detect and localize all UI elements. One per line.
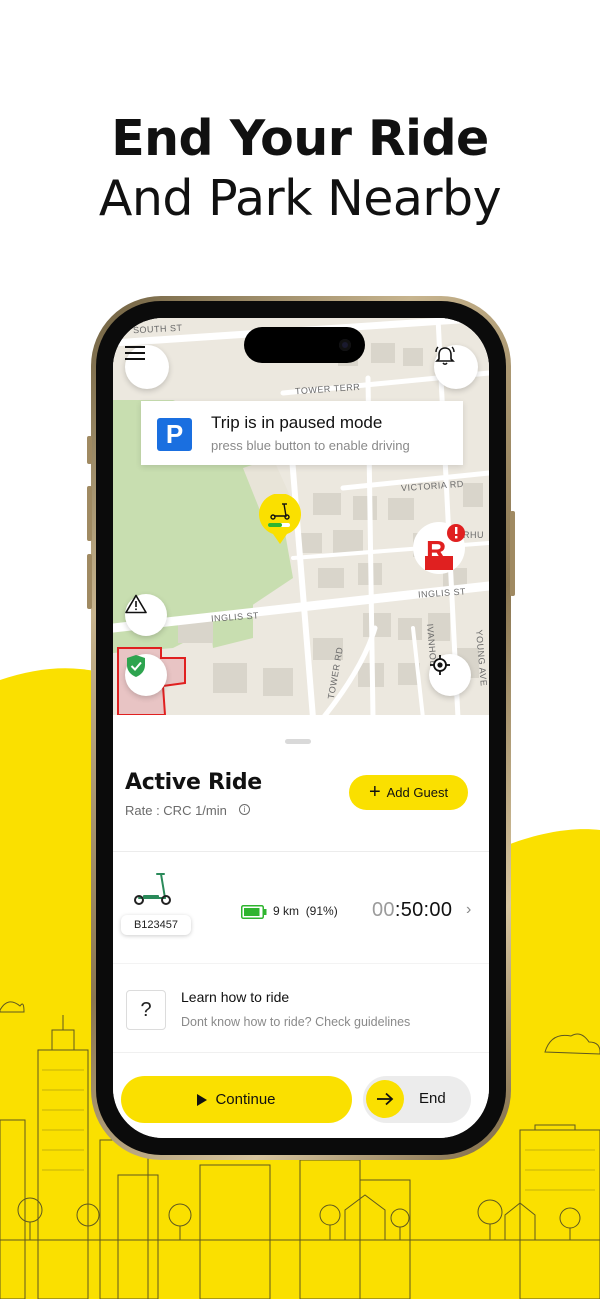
- map-view[interactable]: SOUTH ST TOWER TERR VICTORIA RD RHU INGL…: [113, 318, 489, 715]
- phone-silent-switch: [87, 436, 92, 464]
- timer-hours: 00: [372, 899, 395, 921]
- trip-paused-title: Trip is in paused mode: [211, 413, 383, 432]
- scooter-marker-icon[interactable]: [257, 494, 303, 546]
- end-slider-knob[interactable]: [366, 1080, 404, 1118]
- end-ride-slider[interactable]: End: [363, 1076, 471, 1123]
- phone-bezel: SOUTH ST TOWER TERR VICTORIA RD RHU INGL…: [96, 301, 506, 1155]
- arrow-right-icon: [377, 1092, 394, 1106]
- play-icon: [197, 1093, 208, 1106]
- active-ride-sheet: Active Ride Rate : CRC 1/min i + Add Gue…: [113, 715, 489, 1138]
- phone-frame: SOUTH ST TOWER TERR VICTORIA RD RHU INGL…: [87, 296, 515, 1160]
- chevron-right-icon[interactable]: ›: [466, 901, 471, 919]
- battery-percent: (91%): [305, 904, 338, 918]
- plus-icon: +: [368, 780, 381, 803]
- timer-minutes-seconds: :50:00: [394, 899, 453, 921]
- active-ride-title: Active Ride: [125, 770, 262, 795]
- trip-paused-subtitle: press blue button to enable driving: [211, 438, 410, 453]
- camera-icon: [339, 339, 351, 351]
- phone-volume-up: [87, 486, 92, 541]
- trip-paused-banner[interactable]: P Trip is in paused mode press blue butt…: [141, 401, 463, 465]
- scooter-icon: [134, 873, 171, 905]
- learn-subtitle: Dont know how to ride? Check guidelines: [181, 1015, 411, 1029]
- safety-button[interactable]: [125, 654, 167, 696]
- locate-me-button[interactable]: [429, 654, 471, 696]
- ride-timer: 00:50:00: [372, 899, 452, 922]
- bell-icon: [435, 346, 455, 366]
- battery-icon: [241, 905, 267, 919]
- add-guest-label: Add Guest: [386, 785, 449, 800]
- continue-button[interactable]: Continue: [121, 1076, 352, 1123]
- report-issue-button[interactable]: [125, 594, 167, 636]
- menu-icon: [125, 346, 145, 360]
- end-label: End: [419, 1090, 446, 1107]
- continue-label: Continue: [215, 1091, 276, 1108]
- svg-text:R: R: [426, 535, 446, 566]
- learn-how-to-ride-row[interactable]: [113, 963, 489, 1053]
- locate-icon: [430, 655, 450, 675]
- sheet-drag-handle[interactable]: [285, 739, 311, 744]
- menu-button[interactable]: [125, 345, 169, 389]
- headline-line-2: And Park Nearby: [98, 170, 502, 227]
- vehicle-id-badge: B123457: [121, 915, 191, 935]
- parking-icon: P: [157, 418, 192, 451]
- warning-icon: [125, 594, 147, 614]
- learn-title: Learn how to ride: [181, 989, 290, 1005]
- phone-volume-down: [87, 554, 92, 609]
- phone-power-button: [510, 511, 515, 596]
- restricted-zone-icon[interactable]: R: [412, 518, 470, 576]
- dynamic-island: [244, 327, 365, 363]
- add-guest-button[interactable]: + Add Guest: [349, 775, 468, 810]
- range-value: 9 km: [273, 904, 300, 918]
- range-info: 9 km (91%): [273, 904, 338, 918]
- headline-line-1: End Your Ride: [111, 110, 489, 167]
- ride-rate: Rate : CRC 1/min: [125, 803, 227, 818]
- headline: End Your Ride And Park Nearby: [0, 108, 600, 228]
- divider: [113, 851, 489, 852]
- question-icon: ?: [126, 990, 166, 1030]
- info-icon[interactable]: i: [239, 804, 250, 815]
- notifications-button[interactable]: [434, 345, 478, 389]
- app-screen: SOUTH ST TOWER TERR VICTORIA RD RHU INGL…: [113, 318, 489, 1138]
- shield-check-icon: [127, 655, 145, 677]
